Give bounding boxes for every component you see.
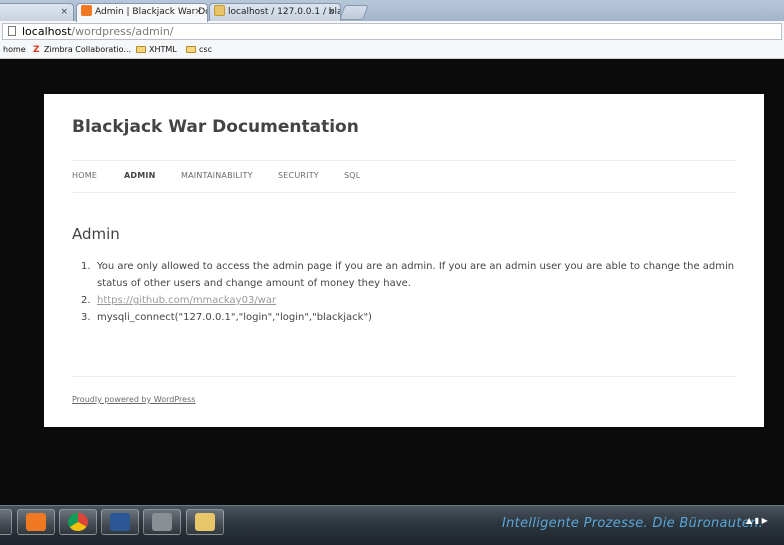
page-heading: Admin [72,225,120,243]
zimbra-icon: Z [33,45,40,55]
file-explorer-icon [195,513,215,531]
tab-blank[interactable]: × [0,3,74,21]
close-icon[interactable]: × [194,4,202,21]
phpmyadmin-icon [214,5,225,16]
tab-strip: × Admin | Blackjack War Do × localhost /… [0,0,784,22]
page-card: Blackjack War Documentation HOME ADMIN M… [44,94,764,427]
system-tray[interactable]: ▲ ▮ ▶ [746,516,768,525]
bookmark-zimbra[interactable]: Z Zimbra Collaboratio... [33,42,131,58]
tab-admin[interactable]: Admin | Blackjack War Do × [76,3,208,22]
xampp-icon [26,513,46,531]
unknown-app-icon [152,513,172,531]
desktop-brand-text: Intelligente Prozesse. Die Büronauten. [502,516,764,531]
bookmark-xhtml[interactable]: XHTML [136,42,177,58]
wordpress-credit-link[interactable]: Proudly powered by WordPress [72,395,195,404]
list-item: 3. mysqli_connect("127.0.0.1","login","l… [81,312,372,323]
folder-icon [136,46,146,53]
site-footer: Proudly powered by WordPress [72,376,736,404]
bookmark-home[interactable]: home [3,42,26,58]
windows-taskbar: Intelligente Prozesse. Die Büronauten. ▲… [0,505,784,545]
nav-maintainability[interactable]: MAINTAINABILITY [181,171,253,180]
taskbar-xampp[interactable] [17,509,55,535]
main-nav: HOME ADMIN MAINTAINABILITY SECURITY SQL [72,160,736,193]
taskbar-word[interactable] [101,509,139,535]
github-link[interactable]: https://github.com/mmackay03/war [97,295,276,306]
tab-phpmyadmin[interactable]: localhost / 127.0.0.1 / blac × [209,3,341,21]
xampp-icon [81,5,92,16]
address-bar[interactable]: localhost/wordpress/admin/ [2,23,782,40]
tab-title: Admin | Blackjack War Do [95,7,208,17]
new-tab-button[interactable] [339,5,369,20]
folder-icon [186,46,196,53]
content-list: 1. You are only allowed to access the ad… [72,258,736,326]
browser-toolbar: localhost/wordpress/admin/ [0,21,784,42]
page-icon [8,26,16,36]
bookmarks-bar: home Z Zimbra Collaboratio... XHTML csc [0,42,784,59]
address-host: localhost [22,25,72,38]
nav-sql[interactable]: SQL [344,171,360,180]
site-title[interactable]: Blackjack War Documentation [72,117,359,137]
list-item: 1. You are only allowed to access the ad… [81,261,735,289]
taskbar-chrome[interactable] [59,509,97,535]
word-icon [110,513,130,531]
start-button[interactable] [0,509,12,535]
nav-admin[interactable]: ADMIN [124,171,155,180]
chrome-icon [68,513,88,531]
taskbar-explorer[interactable] [186,509,224,535]
list-item: 2. https://github.com/mmackay03/war [81,295,277,306]
close-icon[interactable]: × [60,4,68,21]
address-path: /wordpress/admin/ [71,25,174,38]
taskbar-app[interactable] [143,509,181,535]
nav-security[interactable]: SECURITY [278,171,319,180]
tab-title: localhost / 127.0.0.1 / blac [228,7,341,17]
nav-home[interactable]: HOME [72,171,97,180]
bookmark-csc[interactable]: csc [186,42,212,58]
close-icon[interactable]: × [327,4,335,21]
